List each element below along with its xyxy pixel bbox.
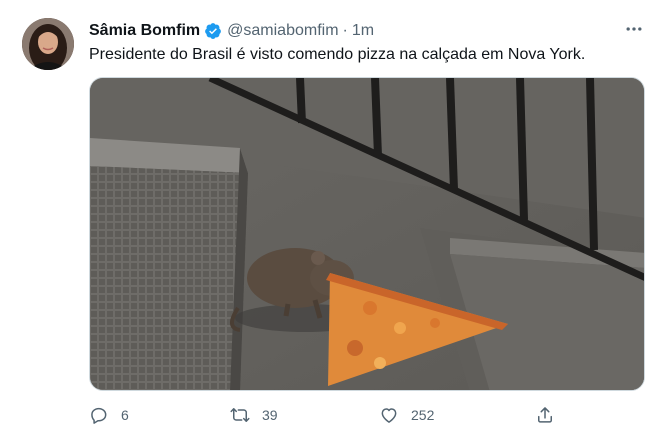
- reply-count: 6: [121, 407, 129, 423]
- author-handle[interactable]: @samiabomfim: [227, 22, 338, 40]
- tweet-text: Presidente do Brasil é visto comendo piz…: [89, 46, 586, 63]
- share-icon: [538, 407, 552, 423]
- avatar-image: [22, 18, 74, 70]
- retweet-count: 39: [262, 407, 278, 423]
- separator-dot: ·: [342, 22, 348, 39]
- media-photo: [90, 78, 644, 390]
- reply-icon: [91, 407, 107, 424]
- tweet-header: Sâmia Bomfim @samiabomfim · 1m: [89, 20, 645, 42]
- reply-button[interactable]: 6: [89, 400, 129, 430]
- tweet-actions: 6 39 252: [89, 400, 559, 430]
- author-name[interactable]: Sâmia Bomfim: [89, 22, 200, 40]
- like-button[interactable]: 252: [379, 400, 434, 430]
- tweet-card: Sâmia Bomfim @samiabomfim · 1m President…: [0, 0, 665, 442]
- avatar[interactable]: [22, 18, 74, 70]
- more-options-button[interactable]: [621, 18, 647, 40]
- share-button[interactable]: [535, 400, 555, 430]
- like-count: 252: [411, 407, 435, 423]
- more-horizontal-icon: [626, 27, 642, 31]
- verified-badge-icon: [205, 23, 222, 39]
- heart-icon: [381, 408, 397, 423]
- tweet-media[interactable]: [89, 77, 645, 391]
- tweet-timestamp[interactable]: 1m: [352, 22, 374, 40]
- retweet-button[interactable]: 39: [230, 400, 278, 430]
- retweet-icon: [230, 408, 250, 422]
